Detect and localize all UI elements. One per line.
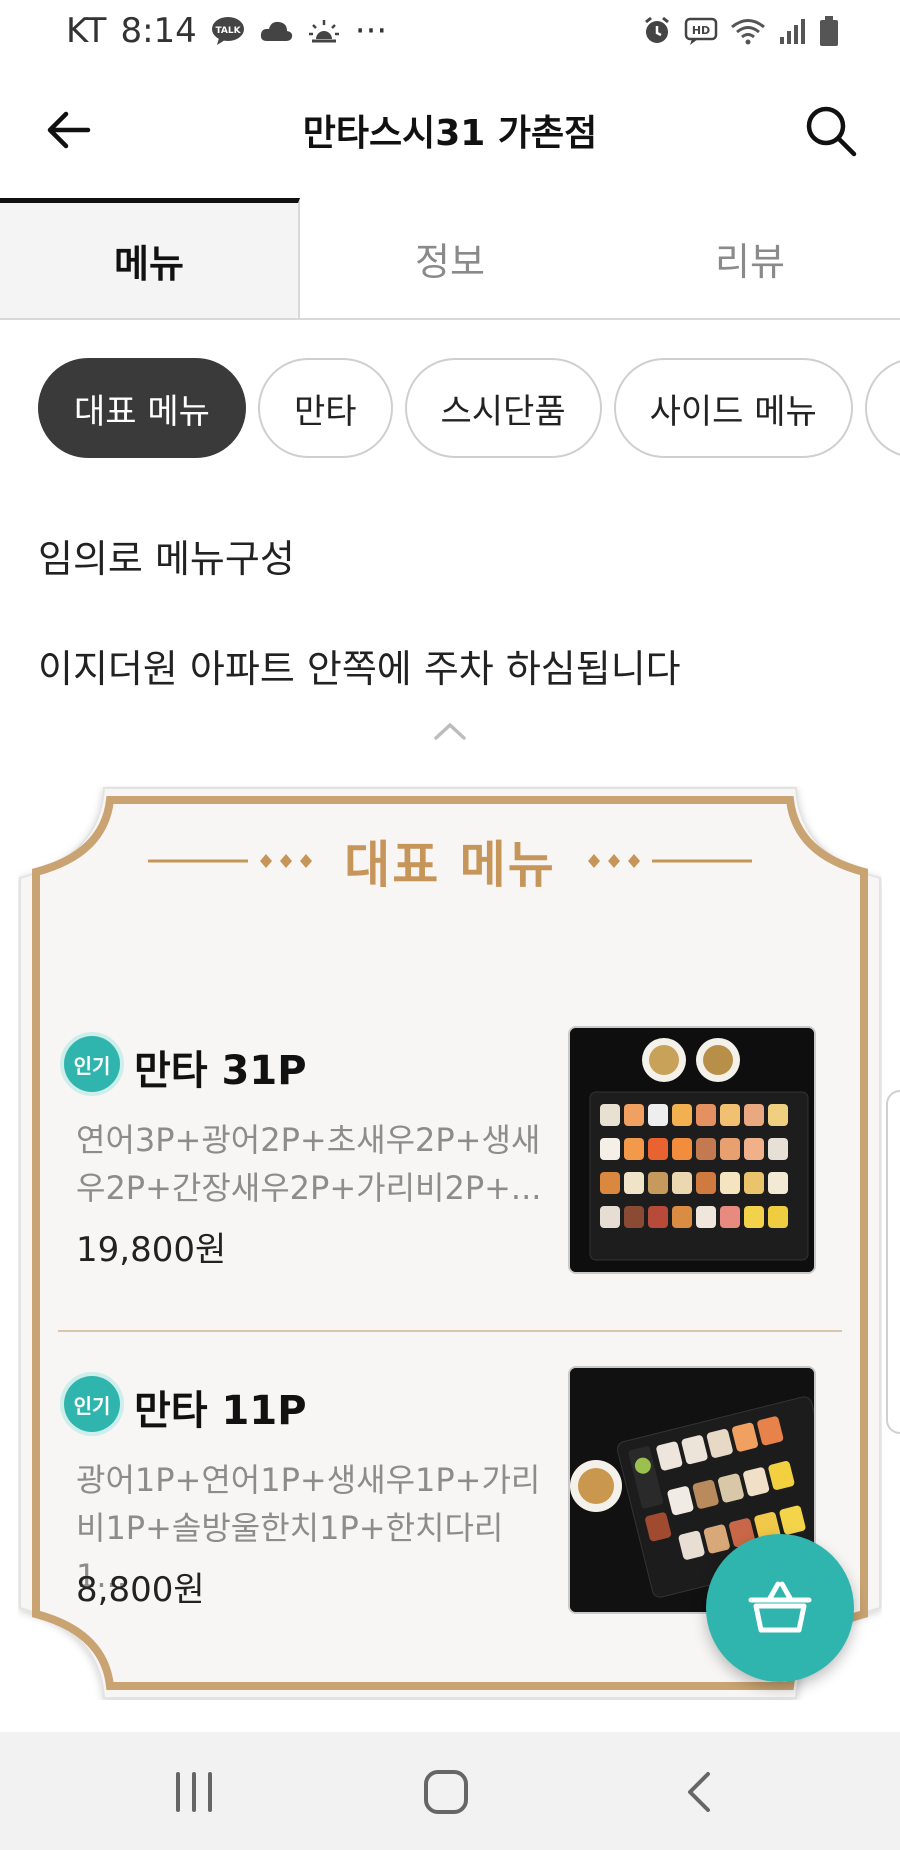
app-header: 만타스시31 가촌점 — [0, 62, 900, 198]
menu-item[interactable]: 인기 만타 31P 연어3P+광어2P+초새우2P+생새 우2P+간장새우2P+… — [58, 1026, 842, 1352]
side-panel-handle[interactable] — [886, 1090, 900, 1434]
popular-badge: 인기 — [64, 1376, 120, 1432]
page-title: 만타스시31 가촌점 — [302, 113, 598, 154]
tab-info[interactable]: 정보 — [300, 198, 600, 318]
store-notice: 임의로 메뉴구성 — [38, 537, 295, 581]
status-left: KT 8:14 TALK ··· — [66, 11, 387, 51]
status-right: HD — [642, 15, 840, 47]
ornament-right-icon — [587, 854, 752, 868]
tab-menu[interactable]: 메뉴 — [0, 198, 300, 318]
hd-voice-icon: HD — [684, 17, 718, 45]
back-icon[interactable] — [670, 1766, 730, 1818]
chip-sushi-single[interactable]: 스시단품 — [404, 358, 602, 458]
system-nav-bar — [0, 1732, 900, 1850]
ornament-left-icon — [148, 854, 313, 868]
menu-item-description-line: 우2P+간장새우2P+가리비2P+... — [76, 1169, 542, 1207]
basket-icon — [748, 1581, 812, 1633]
chip-drinks[interactable]: 음료 — [864, 358, 900, 458]
tab-bar: 메뉴 정보 리뷰 — [0, 198, 900, 320]
talk-icon: TALK — [211, 17, 244, 45]
popular-badge: 인기 — [64, 1036, 120, 1092]
battery-icon — [820, 16, 838, 46]
signal-icon — [780, 19, 805, 44]
section-title: 대표 메뉴 — [344, 836, 556, 894]
svg-text:TALK: TALK — [215, 26, 241, 36]
chevron-up-icon[interactable] — [430, 716, 470, 746]
menu-item-description-line: 광어1P+연어1P+생새우1P+가리 — [76, 1461, 541, 1499]
weather-sun-icon — [308, 20, 339, 43]
cloud-icon — [260, 21, 292, 41]
chip-signature-menu[interactable]: 대표 메뉴 — [38, 358, 246, 458]
search-icon[interactable] — [802, 102, 860, 160]
menu-item-price: 8,800원 — [76, 1570, 205, 1610]
svg-text:HD: HD — [692, 24, 710, 37]
status-bar: KT 8:14 TALK ··· HD — [0, 0, 900, 62]
more-notifications: ··· — [354, 11, 388, 51]
section-heading: 대표 메뉴 — [58, 796, 842, 926]
cart-button[interactable] — [706, 1534, 854, 1682]
menu-item-description-line: 연어3P+광어2P+초새우2P+생새 — [76, 1121, 541, 1159]
carrier-label: KT — [66, 11, 107, 51]
chip-manta[interactable]: 만타 — [257, 358, 393, 458]
home-icon[interactable] — [416, 1766, 476, 1818]
menu-item-name: 만타 11P — [134, 1388, 307, 1434]
back-arrow-icon[interactable] — [42, 102, 98, 158]
recent-apps-icon[interactable] — [164, 1766, 224, 1818]
clock: 8:14 — [120, 11, 197, 51]
menu-item-description: 연어3P+광어2P+초새우2P+생새 우2P+간장새우2P+가리비2P+... — [76, 1116, 546, 1212]
store-notice: 이지더원 아파트 안쪽에 주차 하심됩니다 — [38, 647, 681, 691]
menu-item-price: 19,800원 — [76, 1230, 227, 1270]
wifi-icon — [731, 19, 765, 45]
tab-reviews[interactable]: 리뷰 — [600, 198, 900, 318]
chip-side-menu[interactable]: 사이드 메뉴 — [613, 358, 853, 458]
menu-item-photo — [568, 1026, 816, 1274]
menu-item-name: 만타 31P — [134, 1048, 307, 1094]
alarm-icon — [645, 16, 669, 43]
sushi-platter-image — [570, 1028, 814, 1272]
item-divider — [58, 1330, 842, 1332]
category-chips: 대표 메뉴 만타 스시단품 사이드 메뉴 음료 — [38, 358, 900, 458]
